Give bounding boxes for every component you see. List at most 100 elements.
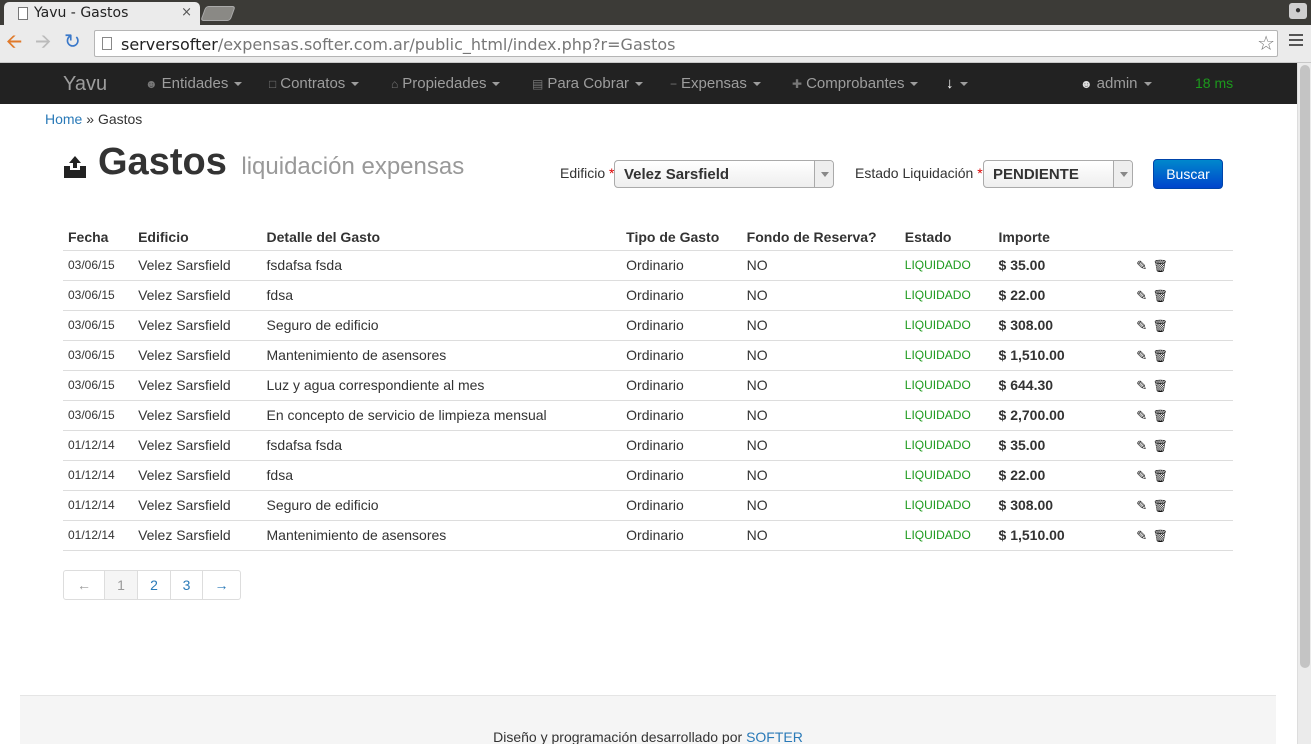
nav-download[interactable]: ↓ (946, 75, 968, 92)
cell-fondo-reserva: NO (741, 400, 900, 431)
url-host: serversofter (121, 35, 218, 54)
address-bar[interactable]: serversofter/expensas.softer.com.ar/publ… (94, 30, 1278, 57)
nav-comprobantes-label: Comprobantes (806, 75, 905, 92)
row-actions: ✎ 🗑 (1089, 340, 1233, 371)
tab-title: Yavu - Gastos (34, 5, 129, 21)
cell-detalle: Seguro de edificio (261, 310, 622, 341)
footer-softer-link[interactable]: SOFTER (746, 729, 803, 744)
edit-pencil-icon[interactable]: ✎ (1135, 288, 1149, 304)
required-mark: * (977, 165, 983, 181)
caret-down-icon (910, 82, 919, 87)
reload-icon[interactable]: ↻ (64, 31, 81, 53)
col-tipo[interactable]: Tipo de Gasto (621, 224, 742, 251)
edit-pencil-icon[interactable]: ✎ (1135, 258, 1149, 274)
browser-tab[interactable]: Yavu - Gastos × (4, 2, 200, 25)
minus-icon: − (670, 77, 678, 91)
pagination-page-3[interactable]: 3 (170, 571, 202, 599)
page-title: Gastos liquidación expensas (98, 141, 464, 184)
edit-pencil-icon[interactable]: ✎ (1135, 438, 1149, 454)
page-icon (18, 7, 28, 20)
arrow-down-icon: ↓ (946, 75, 954, 92)
estado-liquidacion-select[interactable]: PENDIENTE (983, 160, 1133, 188)
nav-para-cobrar[interactable]: ▤ Para Cobrar (532, 75, 644, 92)
nav-comprobantes[interactable]: ✚ Comprobantes (792, 75, 919, 92)
cell-fecha: 01/12/14 (63, 520, 134, 551)
delete-trash-icon[interactable]: 🗑 (1153, 319, 1168, 333)
cell-tipo: Ordinario (621, 400, 742, 431)
edificio-label: Edificio * (560, 165, 614, 181)
estado-select-value: PENDIENTE (993, 166, 1079, 183)
caret-down-icon (234, 82, 243, 87)
col-importe[interactable]: Importe (993, 224, 1090, 251)
pagination: ← 1 2 3 → (63, 570, 241, 600)
caret-down-icon (1143, 82, 1152, 87)
nav-user[interactable]: ☻ admin (1080, 75, 1152, 92)
edificio-select[interactable]: Velez Sarsfield (614, 160, 834, 188)
cell-tipo: Ordinario (621, 460, 742, 491)
scrollbar-thumb[interactable] (1300, 65, 1310, 668)
edit-pencil-icon[interactable]: ✎ (1135, 408, 1149, 424)
delete-trash-icon[interactable]: 🗑 (1153, 349, 1168, 363)
table-row: 01/12/14 Velez Sarsfield fdsa Ordinario NO LI… (63, 460, 1233, 491)
render-timer: 18 ms (1195, 75, 1234, 91)
list-icon: ▤ (532, 77, 544, 91)
close-tab-icon[interactable]: × (181, 5, 192, 20)
cell-fondo-reserva: NO (741, 280, 900, 311)
new-tab-button[interactable] (200, 6, 236, 21)
cell-detalle: fsdafsa fsda (261, 250, 622, 281)
delete-trash-icon[interactable]: 🗑 (1153, 439, 1168, 453)
nav-expensas-label: Expensas (681, 75, 747, 92)
buscar-button[interactable]: Buscar (1153, 159, 1223, 189)
cell-fecha: 03/06/15 (63, 280, 134, 311)
edificio-label-text: Edificio (560, 165, 606, 181)
pagination-prev[interactable]: ← (64, 571, 104, 599)
inbox-upload-icon (64, 156, 86, 178)
pagination-page-1[interactable]: 1 (104, 571, 137, 599)
pagination-page-2[interactable]: 2 (137, 571, 170, 599)
nav-entidades[interactable]: ☻ Entidades (145, 75, 243, 92)
edificio-select-value: Velez Sarsfield (624, 166, 730, 183)
delete-trash-icon[interactable]: 🗑 (1153, 289, 1168, 303)
brand-logo[interactable]: Yavu (63, 73, 107, 96)
col-detalle[interactable]: Detalle del Gasto (261, 224, 622, 251)
dropdown-arrow-icon[interactable] (1113, 161, 1132, 187)
col-fecha[interactable]: Fecha (63, 224, 134, 251)
row-actions: ✎ 🗑 (1089, 490, 1233, 521)
back-arrow-icon[interactable]: 🡨 (6, 31, 22, 53)
scrollbar[interactable] (1297, 63, 1311, 744)
edit-pencil-icon[interactable]: ✎ (1135, 378, 1149, 394)
profile-icon[interactable]: ● (1289, 3, 1307, 19)
nav-contratos[interactable]: □ Contratos (269, 75, 360, 92)
caret-down-icon (752, 82, 761, 87)
caret-down-icon (351, 82, 360, 87)
col-estado[interactable]: Estado (899, 224, 994, 251)
cell-estado: LIQUIDADO (899, 460, 994, 491)
edit-pencil-icon[interactable]: ✎ (1135, 318, 1149, 334)
page-subtitle: liquidación expensas (241, 153, 465, 180)
col-fondo-reserva[interactable]: Fondo de Reserva? (741, 224, 900, 251)
browser-toolbar: 🡨 🡪 ↻ serversofter/expensas.softer.com.a… (0, 25, 1311, 63)
breadcrumb-home-link[interactable]: Home (45, 111, 82, 127)
nav-expensas[interactable]: − Expensas (670, 75, 761, 92)
row-actions: ✎ 🗑 (1089, 400, 1233, 431)
cell-detalle: fsdafsa fsda (261, 430, 622, 461)
edit-pencil-icon[interactable]: ✎ (1135, 498, 1149, 514)
edit-pencil-icon[interactable]: ✎ (1135, 468, 1149, 484)
edit-pencil-icon[interactable]: ✎ (1135, 528, 1149, 544)
delete-trash-icon[interactable]: 🗑 (1153, 529, 1168, 543)
delete-trash-icon[interactable]: 🗑 (1153, 259, 1168, 273)
delete-trash-icon[interactable]: 🗑 (1153, 409, 1168, 423)
dropdown-arrow-icon[interactable] (814, 161, 833, 187)
delete-trash-icon[interactable]: 🗑 (1153, 379, 1168, 393)
browser-menu-icon[interactable] (1289, 34, 1303, 49)
edit-pencil-icon[interactable]: ✎ (1135, 348, 1149, 364)
pagination-next[interactable]: → (202, 571, 240, 599)
nav-para-cobrar-label: Para Cobrar (547, 75, 630, 92)
col-edificio[interactable]: Edificio (133, 224, 262, 251)
page-title-text: Gastos (98, 141, 227, 183)
bookmark-star-icon[interactable]: ☆ (1257, 31, 1275, 55)
nav-propiedades[interactable]: ⌂ Propiedades (391, 75, 501, 92)
forward-arrow-icon[interactable]: 🡪 (35, 31, 51, 53)
delete-trash-icon[interactable]: 🗑 (1153, 469, 1168, 483)
delete-trash-icon[interactable]: 🗑 (1153, 499, 1168, 513)
